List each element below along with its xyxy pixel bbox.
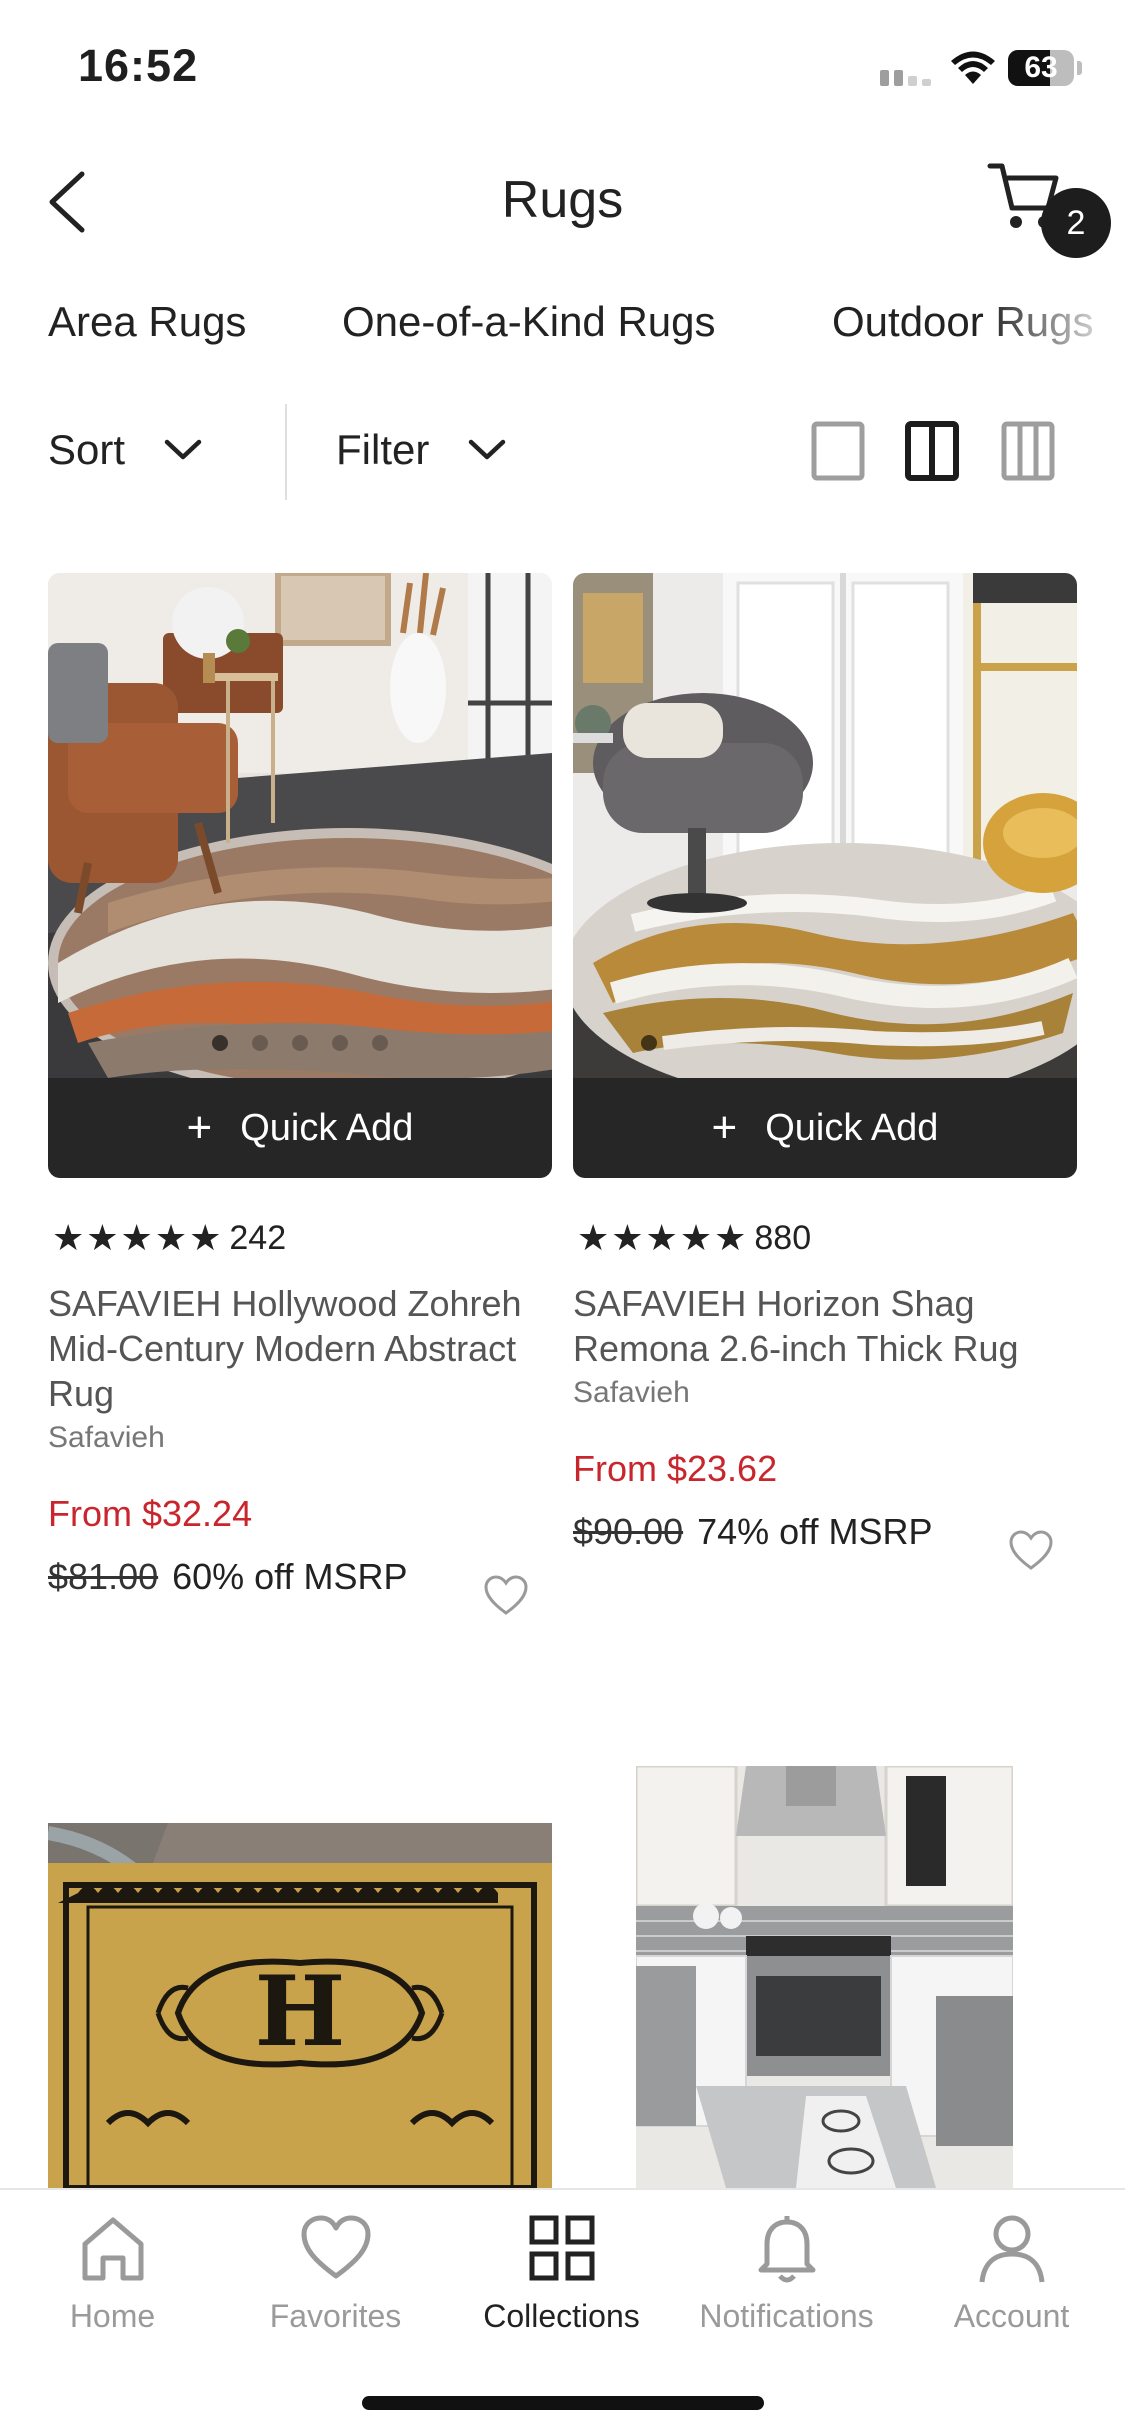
sort-label: Sort [48, 426, 126, 473]
tab-home-label: Home [69, 2298, 156, 2334]
category-tab-area-rugs[interactable]: Area Rugs [48, 298, 246, 346]
battery-level: 63 [1024, 51, 1058, 84]
svg-text:H: H [255, 1955, 346, 2068]
person-icon [979, 2215, 1044, 2283]
bell-icon [758, 2216, 815, 2283]
tab-favorites[interactable]: Favorites [223, 2208, 448, 2335]
quick-add-button[interactable]: + Quick Add [48, 1078, 552, 1178]
tab-account[interactable]: Account [899, 2208, 1124, 2335]
cellular-signal-icon [880, 70, 931, 86]
cart-count-badge: 2 [1041, 188, 1111, 258]
product-name[interactable]: SAFAVIEH Hollywood Zohreh Mid-Century Mo… [48, 1281, 548, 1416]
rating: ★★★★★ 880 [577, 1213, 811, 1263]
battery-icon: 63 [1008, 50, 1074, 86]
filter-button[interactable]: Filter [336, 420, 507, 480]
rating-count: 880 [754, 1218, 812, 1257]
battery-nub [1077, 61, 1082, 75]
scroll-fade [985, 290, 1125, 360]
quick-add-label: Quick Add [240, 1106, 414, 1149]
wifi-icon [951, 51, 995, 84]
chevron-down-icon [164, 439, 202, 460]
product-price: From $32.24 [48, 1493, 253, 1534]
plus-icon: + [186, 1103, 213, 1152]
product-photo [636, 1766, 1013, 2188]
rating-count: 242 [229, 1218, 287, 1257]
product-name[interactable]: SAFAVIEH Horizon Shag Remona 2.6-inch Th… [573, 1281, 1073, 1371]
discount-text: 60% off MSRP [172, 1556, 408, 1597]
heart-icon [301, 2215, 370, 2279]
tab-notifications-label: Notifications [699, 2298, 874, 2334]
rating: ★★★★★ 242 [52, 1213, 286, 1263]
category-tabs: Area Rugs One-of-a-Kind Rugs Outdoor Rug… [0, 290, 1125, 360]
quick-add-button[interactable]: + Quick Add [573, 1078, 1077, 1178]
back-chevron-icon[interactable] [38, 162, 98, 242]
msrp-original-price: $90.00 [573, 1511, 684, 1552]
image-carousel-dots [573, 1035, 1077, 1056]
page-title: Rugs [501, 171, 624, 229]
msrp-original-price: $81.00 [48, 1556, 159, 1597]
single-column-view-icon[interactable] [810, 420, 866, 482]
controls-divider [285, 404, 287, 500]
status-time: 16:52 [78, 40, 199, 91]
star-rating-icon: ★★★★★ [52, 1217, 224, 1258]
product-photo [573, 573, 1077, 1078]
nav-header: Rugs 2 [0, 140, 1125, 260]
product-brand: Safavieh [48, 1421, 165, 1454]
star-rating-icon: ★★★★★ [577, 1217, 749, 1258]
filter-label: Filter [336, 426, 430, 473]
status-bar: 16:52 63 [0, 0, 1125, 140]
tab-collections[interactable]: Collections [449, 2208, 674, 2335]
product-photo: H [48, 1823, 552, 2188]
cart-button[interactable]: 2 [986, 158, 1111, 258]
product-image-kitchen-runner[interactable] [636, 1766, 1013, 2188]
home-icon [82, 2217, 143, 2281]
product-photo [48, 573, 552, 1078]
product-image-wavy-round-rug[interactable] [48, 573, 552, 1078]
msrp-line: $90.00 74% off MSRP [573, 1511, 933, 1553]
category-tab-one-of-a-kind-rugs[interactable]: One-of-a-Kind Rugs [342, 298, 716, 346]
tab-notifications[interactable]: Notifications [674, 2208, 899, 2335]
msrp-line: $81.00 60% off MSRP [48, 1556, 408, 1598]
discount-text: 74% off MSRP [697, 1511, 933, 1552]
tab-favorites-label: Favorites [269, 2298, 402, 2334]
two-column-view-icon[interactable] [904, 420, 960, 482]
home-indicator[interactable] [362, 2396, 764, 2410]
plus-icon: + [711, 1103, 738, 1152]
product-price: From $23.62 [573, 1448, 778, 1489]
chevron-down-icon [469, 439, 506, 460]
quick-add-label: Quick Add [765, 1106, 939, 1149]
tab-home[interactable]: Home [0, 2208, 225, 2335]
product-brand: Safavieh [573, 1376, 690, 1409]
tab-account-label: Account [953, 2298, 1070, 2334]
favorite-heart-icon[interactable] [1007, 1528, 1055, 1572]
product-image-shag-round-rug[interactable] [573, 573, 1077, 1078]
sort-button[interactable]: Sort [48, 420, 203, 480]
sort-filter-bar: Sort Filter [0, 400, 1125, 500]
tab-collections-label: Collections [483, 2298, 640, 2334]
grid-icon [529, 2215, 594, 2281]
three-column-view-icon[interactable] [1000, 420, 1056, 482]
product-image-monogram-doormat[interactable]: H [48, 1823, 552, 2188]
image-carousel-dots [48, 1035, 552, 1056]
favorite-heart-icon[interactable] [482, 1573, 530, 1617]
